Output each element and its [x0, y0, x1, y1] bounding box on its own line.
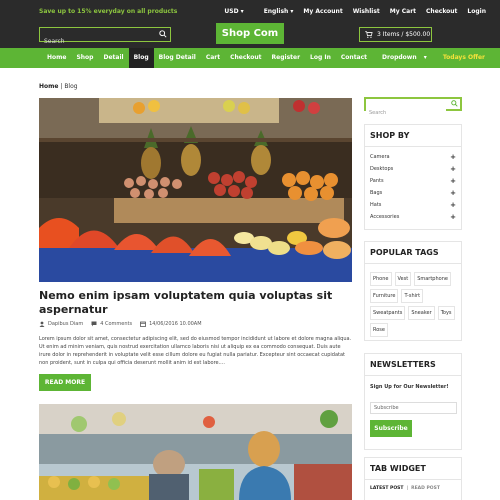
promo-text: Save up to 15% everyday on all products	[39, 8, 178, 15]
nav-register[interactable]: Register	[267, 48, 306, 68]
post-date-text: 14/06/2016 10.00AM	[149, 321, 202, 327]
breadcrumb-home[interactable]: Home	[39, 83, 58, 90]
category-desktops[interactable]: Desktops +	[370, 163, 456, 175]
nav-dropdown-label: Dropdown	[382, 54, 417, 61]
checkout-link[interactable]: Checkout	[426, 8, 457, 15]
post-meta: Dapibus Diam 4 Comments 14/06/2016 10.00…	[39, 321, 202, 327]
newsletter-email-input[interactable]	[370, 402, 457, 414]
user-icon	[39, 321, 45, 327]
nav-checkout[interactable]: Checkout	[225, 48, 266, 68]
wishlist-link[interactable]: Wishlist	[353, 8, 380, 15]
category-label: Accessories	[370, 214, 400, 220]
post-author[interactable]: Dapibus Diam	[39, 321, 83, 327]
category-label: Desktops	[370, 166, 394, 172]
cart-icon	[365, 31, 373, 38]
nav-home[interactable]: Home	[42, 48, 71, 68]
nav-login[interactable]: Log In	[305, 48, 336, 68]
read-more-button[interactable]: READ MORE	[39, 374, 91, 391]
cart-summary-text: 3 Items / $500.00	[377, 31, 431, 38]
tag-furniture[interactable]: Furniture	[370, 289, 399, 303]
plus-icon[interactable]: +	[450, 177, 456, 185]
widget-title: SHOP BY	[365, 125, 461, 147]
nav-blog-detail[interactable]: Blog Detail	[154, 48, 201, 68]
post-date: 14/06/2016 10.00AM	[140, 321, 202, 327]
tag-sweatpants[interactable]: Sweatpants	[370, 306, 406, 320]
tab-read-post[interactable]: READ POST	[411, 486, 440, 491]
category-accessories[interactable]: Accessories +	[370, 211, 456, 223]
main-nav: Home Shop Detail Blog Blog Detail Cart C…	[0, 48, 500, 68]
plus-icon[interactable]: +	[450, 201, 456, 209]
my-cart-link[interactable]: My Cart	[390, 8, 416, 15]
comments-icon	[91, 321, 97, 327]
tab-widget: TAB WIDGET LATEST POST | READ POST	[364, 457, 462, 500]
site-logo[interactable]: Shop Com	[216, 23, 284, 44]
nav-shop[interactable]: Shop	[71, 48, 98, 68]
top-links: USD ▾ English ▾ My Account Wishlist My C…	[204, 8, 486, 15]
plus-icon[interactable]: +	[450, 153, 456, 161]
subscribe-button[interactable]: Subscribe	[370, 420, 412, 437]
tab-separator: |	[406, 486, 409, 491]
currency-label: USD	[224, 8, 239, 15]
my-account-link[interactable]: My Account	[303, 8, 342, 15]
post-image-2[interactable]	[39, 404, 352, 500]
post-author-name: Dapibus Diam	[48, 321, 84, 327]
category-pants[interactable]: Pants +	[370, 175, 456, 187]
top-bar: Save up to 15% everyday on all products …	[0, 0, 500, 48]
post-excerpt: Lorem ipsum dolor sit amet, consectetur …	[39, 336, 352, 366]
todays-offer-link[interactable]: Todays Offer	[443, 48, 485, 68]
post-comments[interactable]: 4 Comments	[91, 321, 132, 327]
widget-title: NEWSLETTERS	[365, 354, 461, 376]
newsletter-prompt: Sign Up for Our Newsletter!	[370, 384, 449, 390]
category-bags[interactable]: Bags +	[370, 187, 456, 199]
breadcrumb-current: Blog	[64, 83, 78, 90]
market-shopper-image	[39, 404, 352, 500]
breadcrumb: Home | Blog	[39, 83, 78, 90]
sidebar-search-input[interactable]	[366, 108, 446, 118]
login-link[interactable]: Login	[467, 8, 486, 15]
search-input[interactable]	[40, 35, 150, 48]
post-comments-count: 4 Comments	[100, 321, 133, 327]
fruit-market-image	[39, 98, 352, 282]
nav-contact[interactable]: Contact	[336, 48, 372, 68]
tab-latest-post[interactable]: LATEST POST	[370, 486, 403, 491]
tag-rose[interactable]: Rose	[370, 323, 388, 337]
post-image[interactable]	[39, 98, 352, 282]
plus-icon[interactable]: +	[450, 189, 456, 197]
widget-title: POPULAR TAGS	[365, 242, 461, 264]
nav-detail[interactable]: Detail	[98, 48, 128, 68]
post-title[interactable]: Nemo enim ipsam voluptatem quia voluptas…	[39, 289, 339, 317]
widget-title: TAB WIDGET	[365, 458, 461, 480]
search-icon[interactable]	[159, 30, 167, 38]
sidebar-search	[364, 97, 462, 118]
category-label: Pants	[370, 178, 384, 184]
category-camera[interactable]: Camera +	[370, 151, 456, 163]
cart-summary[interactable]: 3 Items / $500.00	[359, 27, 432, 42]
language-selector[interactable]: English ▾	[254, 8, 294, 15]
tag-tshirt[interactable]: T-shirt	[401, 289, 424, 303]
category-hats[interactable]: Hats +	[370, 199, 456, 211]
nav-cart[interactable]: Cart	[201, 48, 225, 68]
tag-vest[interactable]: Vest	[394, 272, 412, 286]
tag-toys[interactable]: Toys	[437, 306, 455, 320]
category-label: Bags	[370, 190, 383, 196]
search-icon[interactable]	[451, 100, 458, 107]
plus-icon[interactable]: +	[450, 213, 456, 221]
currency-selector[interactable]: USD ▾	[214, 8, 243, 15]
popular-tags-widget: POPULAR TAGS Phone Vest Smartphone Furni…	[364, 241, 462, 341]
nav-blog[interactable]: Blog	[128, 48, 154, 68]
tag-phone[interactable]: Phone	[370, 272, 392, 286]
category-label: Camera	[370, 154, 390, 160]
newsletters-widget: NEWSLETTERS Sign Up for Our Newsletter! …	[364, 353, 462, 450]
shop-by-widget: SHOP BY Camera + Desktops + Pants + Bags + H…	[364, 124, 462, 230]
tag-smartphone[interactable]: Smartphone	[414, 272, 451, 286]
plus-icon[interactable]: +	[450, 165, 456, 173]
header-search	[39, 27, 171, 48]
category-label: Hats	[370, 202, 382, 208]
nav-dropdown[interactable]: Dropdown ▾	[372, 48, 432, 68]
tag-sneaker[interactable]: Sneaker	[408, 306, 435, 320]
calendar-icon	[140, 321, 146, 327]
language-label: English	[263, 8, 289, 15]
